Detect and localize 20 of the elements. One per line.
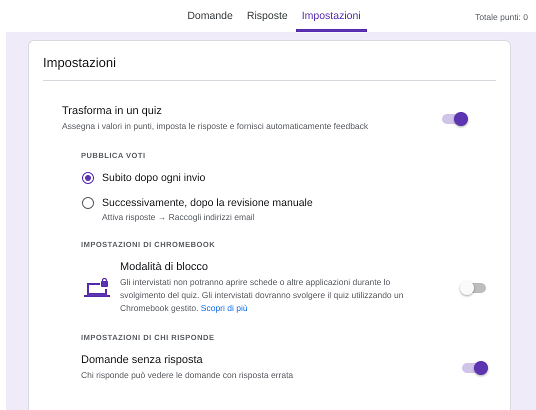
toggle-switch[interactable] [462,363,486,373]
setting-title: Modalità di blocco [120,261,210,273]
setting-description: Assegna i valori in punti, imposta le risposte e fornisci automaticamente feedback [62,120,370,133]
radio-label: Subito dopo ogni invio [102,172,206,185]
toggle-switch[interactable] [462,283,486,293]
radio-hint: Attiva risposte → Raccogli indirizzi email [102,212,256,222]
tab[interactable]: Risposte [240,0,294,32]
radio-button[interactable] [82,172,94,184]
tab[interactable]: Domande [181,0,239,32]
total-points: Totale punti: 0 [475,12,528,22]
setting-description: Chi risponde può vedere le domande con risposta errata [81,369,294,382]
laptop-lock-icon [84,278,110,298]
setting-description: Gli intervistati non potranno aprire schede o altre applicazioni durante lo svolgimento del quiz. Gli intervistati dovranno svolgere il quiz utilizzando un Chromebook gestito. Scopri di più [120,276,404,315]
card-title: Impostazioni [43,41,496,81]
radio-button[interactable] [82,197,94,209]
setting-title: Trasforma in un quiz [62,105,163,117]
toggle-switch[interactable] [442,114,466,124]
radio-label: Successivamente, dopo la revisione manuale [102,197,313,210]
learn-more-link[interactable]: Scopri di più [200,303,248,313]
setting-title: Domande senza risposta [81,354,204,366]
